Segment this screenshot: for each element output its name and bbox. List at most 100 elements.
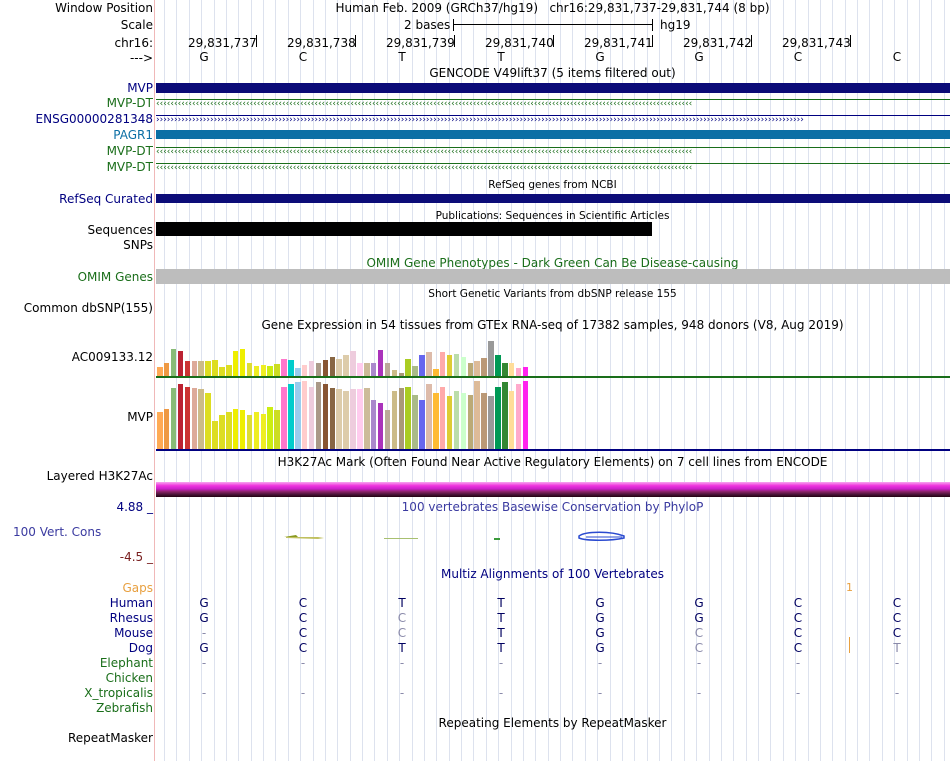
gtex-tissue-bar[interactable] [336, 389, 342, 450]
gtex-tissue-bar[interactable] [212, 421, 218, 450]
gtex-tissue-bar[interactable] [246, 415, 253, 450]
gtex-tissue-bar[interactable] [343, 355, 349, 377]
gtex-tissue-bar[interactable] [398, 388, 404, 450]
gtex-tissue-bar[interactable] [163, 363, 170, 377]
gtex-gene-label-ac009133[interactable]: AC009133.12 [72, 350, 153, 364]
species-label[interactable]: Chicken [106, 671, 153, 685]
gene-bar-mvp-dt-3[interactable]: ‹‹‹‹‹‹‹‹‹‹‹‹‹‹‹‹‹‹‹‹‹‹‹‹‹‹‹‹‹‹‹‹‹‹‹‹‹‹‹‹… [156, 163, 950, 172]
gtex-tissue-bar[interactable] [488, 396, 494, 450]
gtex-tissue-bar[interactable] [384, 363, 391, 377]
gtex-tissue-bar[interactable] [419, 400, 425, 450]
gtex-tissue-bar[interactable] [267, 407, 273, 450]
gtex-tissue-bar[interactable] [508, 363, 515, 377]
species-label[interactable]: Mouse [114, 626, 153, 640]
gtex-tissue-bar[interactable] [191, 361, 197, 377]
gtex-tissue-bar[interactable] [474, 361, 480, 377]
gtex-tissue-bar[interactable] [495, 355, 501, 377]
gaps-label[interactable]: Gaps [122, 581, 153, 595]
gtex-tissue-bar[interactable] [350, 351, 356, 377]
gtex-tissue-bar[interactable] [219, 415, 225, 450]
gencode-track-mvp-dt-1[interactable]: MVP-DT [107, 96, 153, 110]
gtex-tissue-bar[interactable] [350, 389, 356, 450]
gtex-tissue-bar[interactable] [377, 403, 384, 450]
species-label[interactable]: Zebrafish [96, 701, 153, 715]
species-label[interactable]: Dog [129, 641, 153, 655]
gtex-chart-ac009133[interactable] [156, 331, 950, 377]
gtex-tissue-bar[interactable] [315, 363, 322, 377]
gtex-tissue-bar[interactable] [453, 354, 460, 377]
species-label[interactable]: Human [110, 596, 153, 610]
gtex-tissue-bar[interactable] [184, 361, 191, 377]
refseq-gene-bar[interactable] [156, 194, 950, 203]
gtex-tissue-bar[interactable] [246, 363, 253, 377]
gencode-track-ensg[interactable]: ENSG00000281348 [36, 112, 153, 126]
gtex-tissue-bar[interactable] [232, 409, 239, 450]
gtex-tissue-bar[interactable] [295, 382, 301, 450]
gtex-tissue-bar[interactable] [502, 382, 508, 450]
gtex-tissue-bar[interactable] [288, 384, 294, 450]
gtex-tissue-bar[interactable] [433, 393, 439, 450]
gtex-tissue-bar[interactable] [177, 384, 184, 450]
gtex-tissue-bar[interactable] [177, 351, 184, 377]
sequences-bar[interactable] [156, 222, 652, 236]
gtex-tissue-bar[interactable] [288, 360, 294, 377]
gtex-tissue-bar[interactable] [439, 352, 446, 377]
gtex-tissue-bar[interactable] [198, 361, 204, 377]
gtex-tissue-bar[interactable] [426, 352, 432, 377]
gtex-tissue-bar[interactable] [308, 361, 315, 377]
gtex-tissue-bar[interactable] [391, 391, 398, 450]
gtex-tissue-bar[interactable] [260, 414, 266, 450]
h3k27ac-signal[interactable] [156, 482, 950, 497]
gtex-tissue-bar[interactable] [384, 410, 391, 450]
gtex-tissue-bar[interactable] [370, 400, 377, 450]
gene-bar-mvp-dt-2[interactable]: ‹‹‹‹‹‹‹‹‹‹‹‹‹‹‹‹‹‹‹‹‹‹‹‹‹‹‹‹‹‹‹‹‹‹‹‹‹‹‹‹… [156, 147, 950, 156]
gtex-tissue-bar[interactable] [467, 395, 473, 450]
gtex-tissue-bar[interactable] [495, 387, 501, 450]
gtex-tissue-bar[interactable] [329, 388, 335, 450]
gtex-tissue-bar[interactable] [205, 393, 211, 450]
gtex-tissue-bar[interactable] [253, 412, 260, 450]
gtex-tissue-bar[interactable] [370, 363, 377, 377]
gtex-tissue-bar[interactable] [515, 384, 522, 450]
gtex-tissue-bar[interactable] [239, 349, 246, 377]
gtex-tissue-bar[interactable] [522, 381, 529, 450]
species-label[interactable]: Rhesus [110, 611, 153, 625]
gencode-track-mvp-dt-2[interactable]: MVP-DT [107, 144, 153, 158]
gtex-tissue-bar[interactable] [426, 384, 432, 450]
gtex-tissue-bar[interactable] [357, 363, 363, 377]
gtex-tissue-bar[interactable] [322, 384, 329, 450]
gtex-tissue-bar[interactable] [239, 410, 246, 450]
gtex-tissue-bar[interactable] [198, 389, 204, 450]
gtex-tissue-bar[interactable] [439, 387, 446, 450]
dbsnp-label[interactable]: Common dbSNP(155) [24, 301, 153, 315]
gtex-tissue-bar[interactable] [170, 349, 177, 377]
gtex-tissue-bar[interactable] [315, 382, 322, 450]
gene-bar-pagr1[interactable] [156, 130, 950, 139]
gtex-tissue-bar[interactable] [308, 387, 315, 450]
gtex-tissue-bar[interactable] [281, 387, 287, 450]
gtex-tissue-bar[interactable] [419, 355, 425, 377]
gtex-tissue-bar[interactable] [205, 361, 211, 377]
gtex-tissue-bar[interactable] [412, 395, 418, 450]
gtex-tissue-bar[interactable] [212, 360, 218, 377]
h3k27ac-label[interactable]: Layered H3K27Ac [47, 469, 153, 483]
species-label[interactable]: X_tropicalis [84, 686, 153, 700]
gene-bar-mvp[interactable] [156, 83, 950, 93]
snps-label[interactable]: SNPs [123, 238, 153, 252]
refseq-label[interactable]: RefSeq Curated [59, 192, 153, 206]
gtex-chart-mvp[interactable] [156, 380, 950, 450]
gtex-tissue-bar[interactable] [343, 391, 349, 450]
gtex-tissue-bar[interactable] [163, 409, 170, 450]
gtex-tissue-bar[interactable] [336, 359, 342, 377]
phylop-label[interactable]: 100 Vert. Cons [13, 525, 101, 539]
gene-bar-mvp-dt-1[interactable]: ‹‹‹‹‹‹‹‹‹‹‹‹‹‹‹‹‹‹‹‹‹‹‹‹‹‹‹‹‹‹‹‹‹‹‹‹‹‹‹‹… [156, 99, 950, 108]
gtex-tissue-bar[interactable] [467, 363, 473, 377]
gtex-tissue-bar[interactable] [364, 363, 370, 377]
species-label[interactable]: Elephant [100, 656, 153, 670]
gtex-tissue-bar[interactable] [508, 391, 515, 450]
gencode-track-mvp[interactable]: MVP [127, 81, 153, 95]
gtex-tissue-bar[interactable] [357, 389, 363, 450]
gtex-tissue-bar[interactable] [481, 393, 487, 450]
gtex-gene-label-mvp[interactable]: MVP [127, 410, 153, 424]
gtex-tissue-bar[interactable] [377, 350, 384, 377]
